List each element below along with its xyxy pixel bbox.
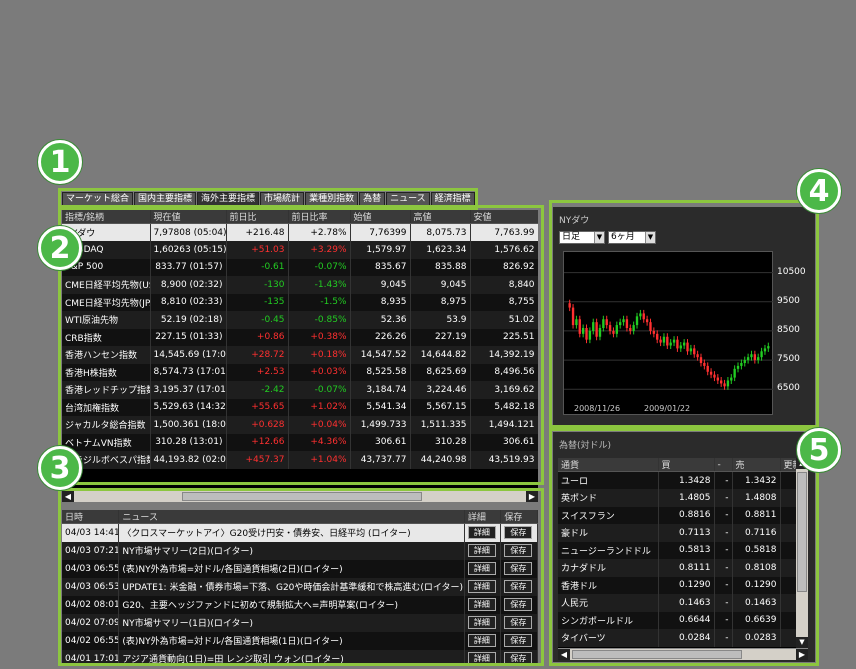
highlight-box-3	[58, 488, 544, 666]
callout-5: 5	[797, 428, 841, 472]
highlight-box-4	[549, 200, 819, 428]
callout-2: 2	[38, 226, 82, 270]
callout-4: 4	[797, 169, 841, 213]
callout-1: 1	[38, 140, 82, 184]
callout-3: 3	[38, 446, 82, 490]
highlight-box-2	[58, 205, 544, 485]
highlight-box-5	[549, 428, 819, 666]
